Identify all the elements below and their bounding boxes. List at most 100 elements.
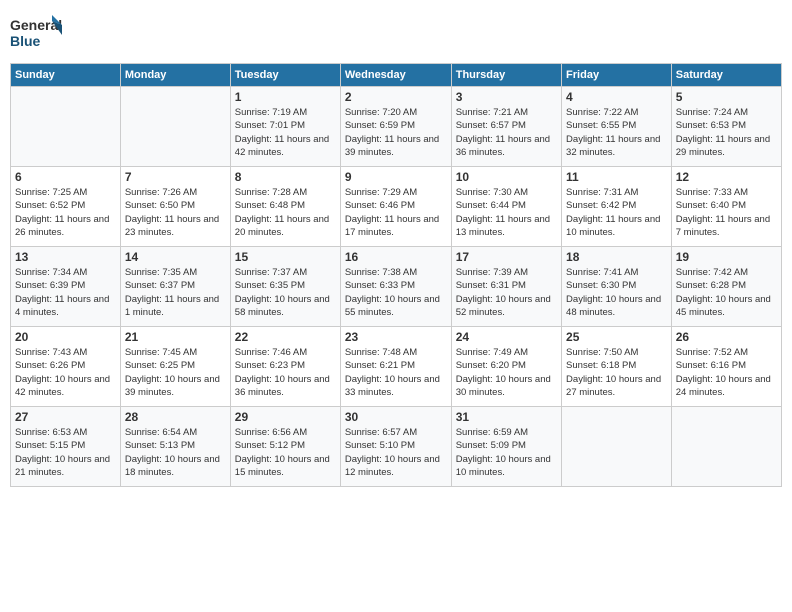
- day-info: Sunrise: 6:53 AM Sunset: 5:15 PM Dayligh…: [15, 426, 116, 479]
- calendar-body: 1 Sunrise: 7:19 AM Sunset: 7:01 PM Daylig…: [11, 87, 782, 487]
- day-number: 28: [125, 410, 226, 424]
- calendar-cell: 14 Sunrise: 7:35 AM Sunset: 6:37 PM Dayli…: [120, 247, 230, 327]
- day-number: 20: [15, 330, 116, 344]
- calendar-week-4: 27 Sunrise: 6:53 AM Sunset: 5:15 PM Dayli…: [11, 407, 782, 487]
- day-number: 26: [676, 330, 777, 344]
- calendar-cell: 17Sunrise: 7:39 AM Sunset: 6:31 PM Dayli…: [451, 247, 561, 327]
- calendar-cell: 27 Sunrise: 6:53 AM Sunset: 5:15 PM Dayli…: [11, 407, 121, 487]
- day-info: Sunrise: 7:31 AM Sunset: 6:42 PM Dayligh…: [566, 186, 667, 239]
- weekday-header-sunday: Sunday: [11, 64, 121, 87]
- day-number: 23: [345, 330, 447, 344]
- day-number: 22: [235, 330, 336, 344]
- day-number: 3: [456, 90, 557, 104]
- calendar-cell: [671, 407, 781, 487]
- day-number: 16: [345, 250, 447, 264]
- calendar-table: SundayMondayTuesdayWednesdayThursdayFrid…: [10, 63, 782, 487]
- day-info: Sunrise: 7:22 AM Sunset: 6:55 PM Dayligh…: [566, 106, 667, 159]
- day-number: 7: [125, 170, 226, 184]
- calendar-cell: [120, 87, 230, 167]
- weekday-header-friday: Friday: [562, 64, 672, 87]
- calendar-cell: 13Sunrise: 7:34 AM Sunset: 6:39 PM Dayli…: [11, 247, 121, 327]
- day-info: Sunrise: 7:34 AM Sunset: 6:39 PM Dayligh…: [15, 266, 116, 319]
- day-number: 5: [676, 90, 777, 104]
- calendar-cell: 31Sunrise: 6:59 AM Sunset: 5:09 PM Dayli…: [451, 407, 561, 487]
- calendar-week-1: 6 Sunrise: 7:25 AM Sunset: 6:52 PM Daylig…: [11, 167, 782, 247]
- day-number: 2: [345, 90, 447, 104]
- calendar-cell: 20 Sunrise: 7:43 AM Sunset: 6:26 PM Dayli…: [11, 327, 121, 407]
- day-info: Sunrise: 7:38 AM Sunset: 6:33 PM Dayligh…: [345, 266, 447, 319]
- day-number: 8: [235, 170, 336, 184]
- day-number: 30: [345, 410, 447, 424]
- day-info: Sunrise: 7:42 AM Sunset: 6:28 PM Dayligh…: [676, 266, 777, 319]
- day-info: Sunrise: 7:28 AM Sunset: 6:48 PM Dayligh…: [235, 186, 336, 239]
- weekday-header-monday: Monday: [120, 64, 230, 87]
- calendar-cell: 15Sunrise: 7:37 AM Sunset: 6:35 PM Dayli…: [230, 247, 340, 327]
- calendar-cell: 10 Sunrise: 7:30 AM Sunset: 6:44 PM Dayli…: [451, 167, 561, 247]
- day-info: Sunrise: 7:21 AM Sunset: 6:57 PM Dayligh…: [456, 106, 557, 159]
- calendar-cell: 4 Sunrise: 7:22 AM Sunset: 6:55 PM Daylig…: [562, 87, 672, 167]
- day-info: Sunrise: 7:48 AM Sunset: 6:21 PM Dayligh…: [345, 346, 447, 399]
- day-info: Sunrise: 6:57 AM Sunset: 5:10 PM Dayligh…: [345, 426, 447, 479]
- day-info: Sunrise: 7:52 AM Sunset: 6:16 PM Dayligh…: [676, 346, 777, 399]
- calendar-cell: 18Sunrise: 7:41 AM Sunset: 6:30 PM Dayli…: [562, 247, 672, 327]
- day-info: Sunrise: 7:30 AM Sunset: 6:44 PM Dayligh…: [456, 186, 557, 239]
- day-number: 24: [456, 330, 557, 344]
- day-info: Sunrise: 7:20 AM Sunset: 6:59 PM Dayligh…: [345, 106, 447, 159]
- day-number: 1: [235, 90, 336, 104]
- page-header: GeneralBlue: [10, 10, 782, 55]
- day-info: Sunrise: 6:54 AM Sunset: 5:13 PM Dayligh…: [125, 426, 226, 479]
- calendar-cell: 11 Sunrise: 7:31 AM Sunset: 6:42 PM Dayli…: [562, 167, 672, 247]
- day-info: Sunrise: 7:33 AM Sunset: 6:40 PM Dayligh…: [676, 186, 777, 239]
- day-number: 4: [566, 90, 667, 104]
- calendar-cell: 19 Sunrise: 7:42 AM Sunset: 6:28 PM Dayli…: [671, 247, 781, 327]
- calendar-cell: 22Sunrise: 7:46 AM Sunset: 6:23 PM Dayli…: [230, 327, 340, 407]
- logo: GeneralBlue: [10, 10, 65, 55]
- calendar-cell: [11, 87, 121, 167]
- calendar-cell: 30 Sunrise: 6:57 AM Sunset: 5:10 PM Dayli…: [340, 407, 451, 487]
- day-number: 14: [125, 250, 226, 264]
- calendar-cell: 9Sunrise: 7:29 AM Sunset: 6:46 PM Daylig…: [340, 167, 451, 247]
- day-number: 18: [566, 250, 667, 264]
- weekday-header-saturday: Saturday: [671, 64, 781, 87]
- calendar-cell: 28 Sunrise: 6:54 AM Sunset: 5:13 PM Dayli…: [120, 407, 230, 487]
- day-number: 27: [15, 410, 116, 424]
- calendar-cell: 24Sunrise: 7:49 AM Sunset: 6:20 PM Dayli…: [451, 327, 561, 407]
- calendar-cell: 25 Sunrise: 7:50 AM Sunset: 6:18 PM Dayli…: [562, 327, 672, 407]
- day-number: 10: [456, 170, 557, 184]
- day-info: Sunrise: 7:45 AM Sunset: 6:25 PM Dayligh…: [125, 346, 226, 399]
- day-info: Sunrise: 7:35 AM Sunset: 6:37 PM Dayligh…: [125, 266, 226, 319]
- day-number: 29: [235, 410, 336, 424]
- day-number: 12: [676, 170, 777, 184]
- day-info: Sunrise: 7:50 AM Sunset: 6:18 PM Dayligh…: [566, 346, 667, 399]
- calendar-week-3: 20 Sunrise: 7:43 AM Sunset: 6:26 PM Dayli…: [11, 327, 782, 407]
- weekday-header-tuesday: Tuesday: [230, 64, 340, 87]
- calendar-cell: 3 Sunrise: 7:21 AM Sunset: 6:57 PM Daylig…: [451, 87, 561, 167]
- svg-text:Blue: Blue: [10, 33, 41, 49]
- day-info: Sunrise: 7:25 AM Sunset: 6:52 PM Dayligh…: [15, 186, 116, 239]
- day-info: Sunrise: 6:59 AM Sunset: 5:09 PM Dayligh…: [456, 426, 557, 479]
- calendar-week-2: 13Sunrise: 7:34 AM Sunset: 6:39 PM Dayli…: [11, 247, 782, 327]
- calendar-cell: 8 Sunrise: 7:28 AM Sunset: 6:48 PM Daylig…: [230, 167, 340, 247]
- day-number: 17: [456, 250, 557, 264]
- weekday-header-thursday: Thursday: [451, 64, 561, 87]
- day-number: 15: [235, 250, 336, 264]
- day-info: Sunrise: 7:43 AM Sunset: 6:26 PM Dayligh…: [15, 346, 116, 399]
- calendar-cell: 7 Sunrise: 7:26 AM Sunset: 6:50 PM Daylig…: [120, 167, 230, 247]
- calendar-cell: 1 Sunrise: 7:19 AM Sunset: 7:01 PM Daylig…: [230, 87, 340, 167]
- day-number: 21: [125, 330, 226, 344]
- calendar-cell: 2 Sunrise: 7:20 AM Sunset: 6:59 PM Daylig…: [340, 87, 451, 167]
- day-info: Sunrise: 7:26 AM Sunset: 6:50 PM Dayligh…: [125, 186, 226, 239]
- day-info: Sunrise: 7:19 AM Sunset: 7:01 PM Dayligh…: [235, 106, 336, 159]
- calendar-cell: 16 Sunrise: 7:38 AM Sunset: 6:33 PM Dayli…: [340, 247, 451, 327]
- calendar-cell: 6 Sunrise: 7:25 AM Sunset: 6:52 PM Daylig…: [11, 167, 121, 247]
- day-number: 9: [345, 170, 447, 184]
- calendar-cell: 12 Sunrise: 7:33 AM Sunset: 6:40 PM Dayli…: [671, 167, 781, 247]
- day-number: 11: [566, 170, 667, 184]
- calendar-cell: 26 Sunrise: 7:52 AM Sunset: 6:16 PM Dayli…: [671, 327, 781, 407]
- weekday-header: SundayMondayTuesdayWednesdayThursdayFrid…: [11, 64, 782, 87]
- calendar-week-0: 1 Sunrise: 7:19 AM Sunset: 7:01 PM Daylig…: [11, 87, 782, 167]
- calendar-cell: 5Sunrise: 7:24 AM Sunset: 6:53 PM Daylig…: [671, 87, 781, 167]
- day-number: 19: [676, 250, 777, 264]
- day-number: 6: [15, 170, 116, 184]
- day-number: 25: [566, 330, 667, 344]
